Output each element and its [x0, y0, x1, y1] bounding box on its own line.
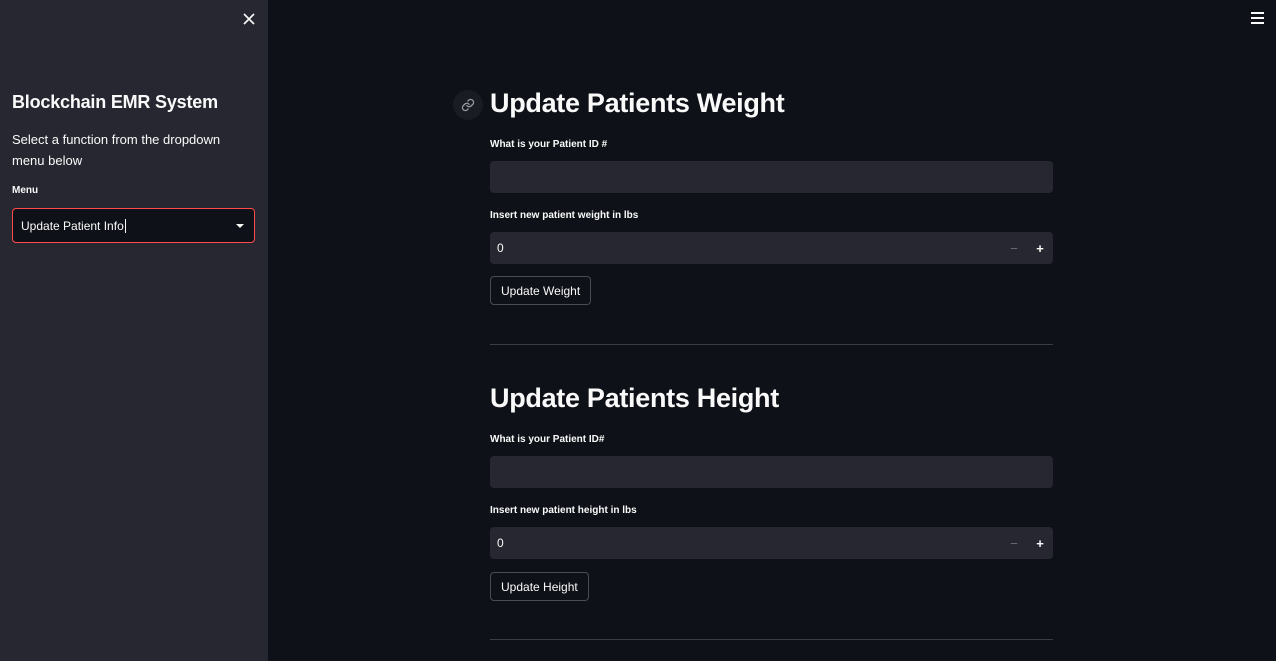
height-decrement-button[interactable]: −	[1001, 527, 1027, 559]
section-divider	[490, 344, 1053, 345]
height-patient-id-label: What is your Patient ID#	[490, 434, 605, 445]
menu-select[interactable]: Update Patient Info	[12, 208, 255, 243]
update-weight-button[interactable]: Update Weight	[490, 276, 592, 305]
weight-section-title: Update Patients Weight	[490, 88, 785, 118]
weight-value-label: Insert new patient weight in lbs	[490, 210, 639, 221]
close-icon[interactable]	[240, 10, 258, 28]
menu-selected-value: Update Patient Info	[21, 218, 124, 233]
weight-number-input[interactable]: 0 − +	[490, 232, 1053, 264]
update-height-button[interactable]: Update Height	[490, 572, 589, 601]
height-number-value: 0	[497, 536, 504, 550]
sidebar-description: Select a function from the dropdown menu…	[12, 132, 221, 168]
height-number-input[interactable]: 0 − +	[490, 527, 1053, 559]
chevron-down-icon	[236, 224, 244, 228]
hamburger-icon[interactable]	[1251, 12, 1264, 24]
sidebar-title: Blockchain EMR System	[12, 92, 218, 112]
height-section-title: Update Patients Height	[490, 383, 779, 413]
section-divider	[490, 639, 1053, 640]
height-value-label: Insert new patient height in lbs	[490, 505, 637, 516]
sidebar: Blockchain EMR System Select a function …	[0, 0, 268, 661]
weight-number-value: 0	[497, 241, 504, 255]
weight-patient-id-label: What is your Patient ID #	[490, 139, 608, 150]
weight-patient-id-input[interactable]	[490, 161, 1053, 193]
weight-decrement-button[interactable]: −	[1001, 232, 1027, 264]
weight-increment-button[interactable]: +	[1027, 232, 1053, 264]
height-increment-button[interactable]: +	[1027, 527, 1053, 559]
menu-label: Menu	[12, 185, 39, 196]
text-caret	[124, 218, 126, 233]
link-icon[interactable]	[453, 90, 483, 120]
app-root: Blockchain EMR System Select a function …	[0, 0, 1276, 661]
height-patient-id-input[interactable]	[490, 456, 1053, 488]
